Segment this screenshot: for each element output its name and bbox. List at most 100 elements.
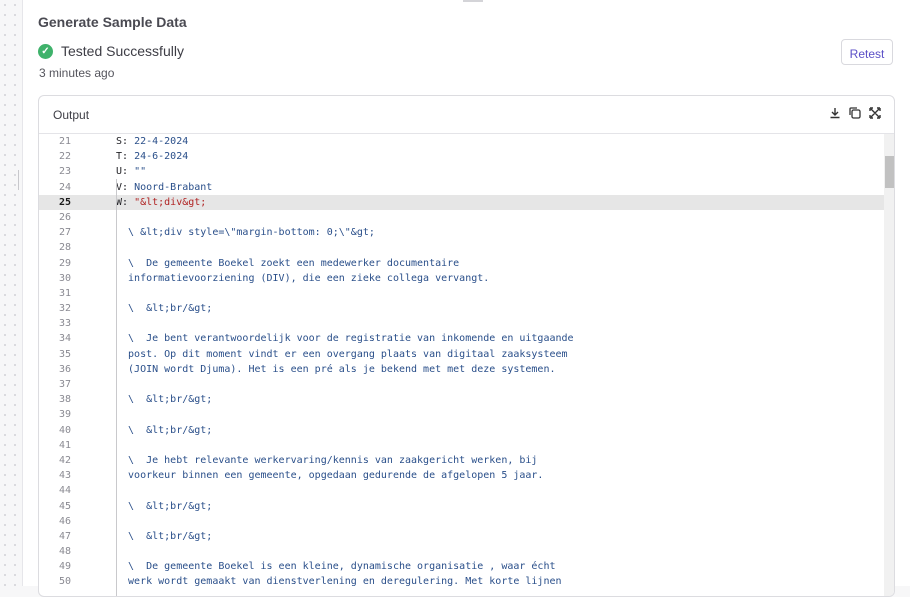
line-number: 36 [58,363,71,375]
code-line: 27 \ &lt;div style=\"margin-bottom: 0;\"… [39,225,884,240]
code-line: 47 \ &lt;br/&gt; [39,529,884,544]
code-line: 49 \ De gemeente Boekel is een kleine, d… [39,559,884,574]
line-number: 24 [58,181,71,193]
line-content: V: Noord-Brabant [116,180,212,195]
section-title: Generate Sample Data [38,14,187,30]
code-line: 40 \ &lt;br/&gt; [39,423,884,438]
line-number: 31 [58,287,71,299]
line-number: 42 [58,454,71,466]
line-content: S: 22-4-2024 [116,134,188,149]
vertical-scrollbar[interactable] [884,134,894,596]
code-line: 50 werk wordt gemaakt van dienstverlenin… [39,574,884,589]
code-line: 28 [39,240,884,255]
line-content: W: "&lt;div&gt; [116,195,206,210]
line-number: 25 [58,196,71,208]
line-number: 43 [58,470,71,482]
line-content: post. Op dit moment vindt er een overgan… [116,347,568,362]
line-number: 35 [58,348,71,360]
line-number: 50 [58,576,71,588]
line-content: (JOIN wordt Djuma). Het is een pré als j… [116,362,556,377]
line-content: werk wordt gemaakt van dienstverlening e… [116,574,562,589]
line-number: 23 [58,166,71,178]
line-number: 32 [58,303,71,315]
output-toolbar [828,106,882,120]
code-line: 35 post. Op dit moment vindt er een over… [39,347,884,362]
yaml-key: W: [116,196,135,208]
line-number: 40 [58,424,71,436]
yaml-key: U: [116,166,135,178]
yaml-key: V: [116,181,135,193]
code-line: 26 [39,210,884,225]
line-content: \ De gemeente Boekel zoekt een medewerke… [116,256,459,271]
yaml-value: 24-6-2024 [134,151,189,163]
yaml-string: "&lt;div&gt; [134,196,207,208]
code-line: 32 \ &lt;br/&gt; [39,301,884,316]
line-number: 21 [58,136,71,147]
status-text: Tested Successfully [61,43,184,59]
code-line: 33 [39,316,884,331]
line-number: 34 [58,333,71,345]
check-circle-icon: ✓ [38,43,53,59]
line-number: 47 [58,530,71,542]
text-value: \ &lt;div style=\"margin-bottom: 0;\"&gt… [116,227,375,239]
yaml-value: "" [134,166,147,178]
code-line: 29 \ De gemeente Boekel zoekt een medewe… [39,256,884,271]
download-icon[interactable] [828,106,842,120]
text-value: \ Je hebt relevante werkervaring/kennis … [116,454,538,466]
text-value: voorkeur binnen een gemeente, opgedaan g… [116,470,544,482]
copy-icon[interactable] [848,106,862,120]
code-line: 38 \ &lt;br/&gt; [39,392,884,407]
tested-time: 3 minutes ago [39,66,115,80]
line-number: 29 [58,257,71,269]
line-content: \ De gemeente Boekel is een kleine, dyna… [116,559,556,574]
code-line: 25 W: "&lt;div&gt; [39,194,884,210]
expand-icon[interactable] [868,106,882,120]
panel-top-handle[interactable] [463,0,483,2]
step-detail-panel: Generate Sample Data ✓ Tested Successful… [22,0,910,597]
code-line: 45 \ &lt;br/&gt; [39,499,884,514]
line-number: 27 [58,227,71,239]
line-content: \ &lt;div style=\"margin-bottom: 0;\"&gt… [116,225,375,240]
line-content: \ &lt;br/&gt; [116,499,212,514]
line-number: 33 [58,318,71,330]
line-content: \ Je hebt relevante werkervaring/kennis … [116,453,537,468]
line-number: 41 [58,439,71,451]
text-value: \ De gemeente Boekel is een kleine, dyna… [116,561,556,573]
code-viewer[interactable]: 21 S: 22-4-2024 22 T: 24-6-2024 23 U: "" 24 V: … [39,134,884,596]
line-number: 30 [58,272,71,284]
code-line: 43 voorkeur binnen een gemeente, opgedaa… [39,468,884,483]
code-line: 24 V: Noord-Brabant [39,180,884,195]
line-content: \ &lt;br/&gt; [116,529,212,544]
line-number: 48 [58,546,71,558]
line-number: 46 [58,515,71,527]
line-number: 37 [58,379,71,390]
code-line: 44 [39,483,884,498]
code-line: 34 \ Je bent verantwoordelijk voor de re… [39,331,884,346]
text-value: \ Je bent verantwoordelijk voor de regis… [116,333,574,345]
code-line: 37 [39,377,884,392]
text-value: \ De gemeente Boekel zoekt een medewerke… [116,257,460,269]
indent-guide [116,179,117,596]
code-line: 22 T: 24-6-2024 [39,149,884,164]
text-value: \ &lt;br/&gt; [116,424,213,436]
line-number: 45 [58,500,71,512]
retest-button[interactable]: Retest [841,39,893,65]
output-title: Output [53,108,90,122]
line-number: 22 [58,151,71,163]
code-line: 39 [39,407,884,422]
line-number: 38 [58,394,71,406]
yaml-key: S: [116,136,135,147]
text-value: informatievoorziening (DIV), die een zie… [116,272,490,284]
line-content: \ Je bent verantwoordelijk voor de regis… [116,331,574,346]
line-number: 26 [58,211,71,223]
line-number: 39 [58,409,71,421]
code-line: 41 [39,438,884,453]
code-line: 42 \ Je hebt relevante werkervaring/kenn… [39,453,884,468]
code-line: 48 [39,544,884,559]
line-number: 49 [58,561,71,573]
line-content: U: "" [116,164,146,179]
scrollbar-thumb[interactable] [885,156,894,188]
text-value: \ &lt;br/&gt; [116,500,213,512]
text-value: (JOIN wordt Djuma). Het is een pré als j… [116,363,556,375]
text-value: \ &lt;br/&gt; [116,303,213,315]
